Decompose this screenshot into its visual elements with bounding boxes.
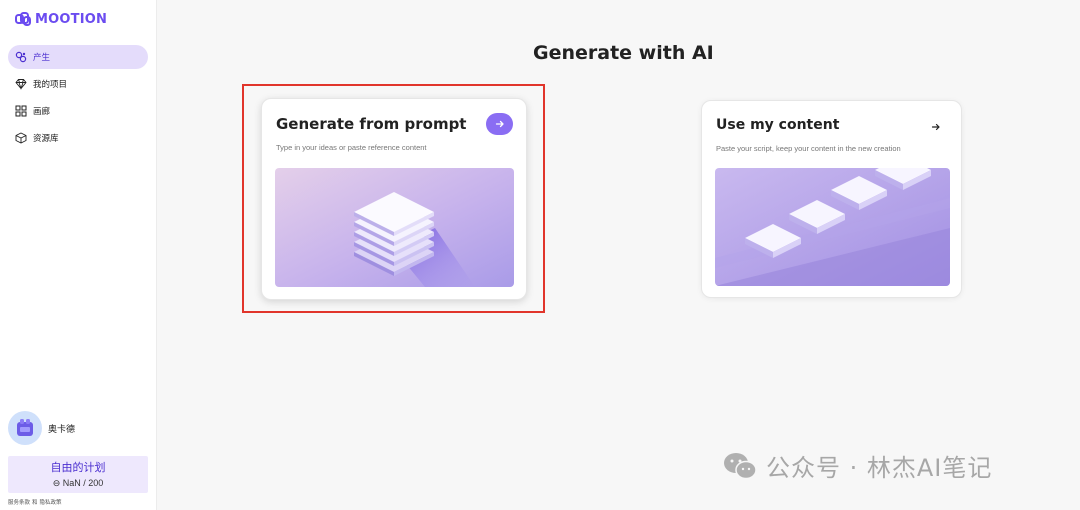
brand-name: MOOTION [35, 12, 108, 27]
sparkle-icon [15, 51, 27, 63]
sidebar-item-generate[interactable]: 产生 [8, 45, 148, 69]
sidebar-item-label: 画廊 [33, 106, 51, 116]
content-illustration [715, 168, 950, 286]
sidebar-item-label: 资源库 [33, 133, 59, 143]
plan-card[interactable]: 自由的计划 ⊖ NaN / 200 [8, 456, 148, 493]
sidebar-item-my-projects[interactable]: 我的项目 [8, 72, 148, 96]
card-title: Generate from prompt [276, 115, 467, 133]
sidebar-item-gallery[interactable]: 画廊 [8, 99, 148, 123]
legal-links: 服务条款 和 隐私政策 [8, 498, 62, 506]
sidebar-item-library[interactable]: 资源库 [8, 126, 148, 150]
sidebar-nav: 产生 我的项目 画廊 资源库 [8, 45, 148, 153]
use-my-content-card[interactable]: Use my content Paste your script, keep y… [701, 100, 962, 298]
watermark-text: 公众号 · 林杰AI笔记 [766, 454, 993, 482]
page-title: Generate with AI [533, 42, 714, 64]
card-description: Paste your script, keep your content in … [716, 144, 901, 153]
legal-and: 和 [32, 500, 38, 506]
avatar[interactable] [8, 411, 42, 445]
card-title: Use my content [716, 117, 840, 133]
diamond-icon [15, 79, 27, 90]
arrow-right-icon [931, 123, 940, 131]
sidebar-item-label: 我的项目 [33, 79, 68, 89]
plan-credits: ⊖ NaN / 200 [52, 478, 104, 488]
user-profile[interactable]: 奥卡德 [8, 411, 75, 445]
wechat-icon [724, 452, 757, 479]
plan-title: 自由的计划 [50, 462, 106, 474]
arrow-button[interactable] [931, 119, 941, 137]
sidebar-item-label: 产生 [33, 52, 51, 62]
generate-from-prompt-card[interactable]: Generate from prompt Type in your ideas … [261, 98, 527, 300]
arrow-right-icon [495, 120, 504, 128]
mootion-logo-icon [15, 12, 31, 26]
watermark: 公众号 · 林杰AI笔记 [722, 448, 992, 483]
prompt-illustration [275, 168, 514, 287]
sidebar: MOOTION 产生 我的项目 画廊 资源库 奥卡德 自由的计划 ⊖ NaN /… [0, 0, 157, 510]
terms-link[interactable]: 服务条款 [8, 498, 30, 506]
grid-icon [15, 105, 27, 117]
user-name: 奥卡德 [48, 423, 76, 434]
card-description: Type in your ideas or paste reference co… [276, 143, 427, 152]
arrow-button[interactable] [486, 113, 513, 135]
avatar-icon [17, 419, 33, 436]
privacy-link[interactable]: 隐私政策 [40, 498, 62, 506]
box-icon [15, 132, 27, 144]
logo[interactable]: MOOTION [15, 12, 107, 27]
